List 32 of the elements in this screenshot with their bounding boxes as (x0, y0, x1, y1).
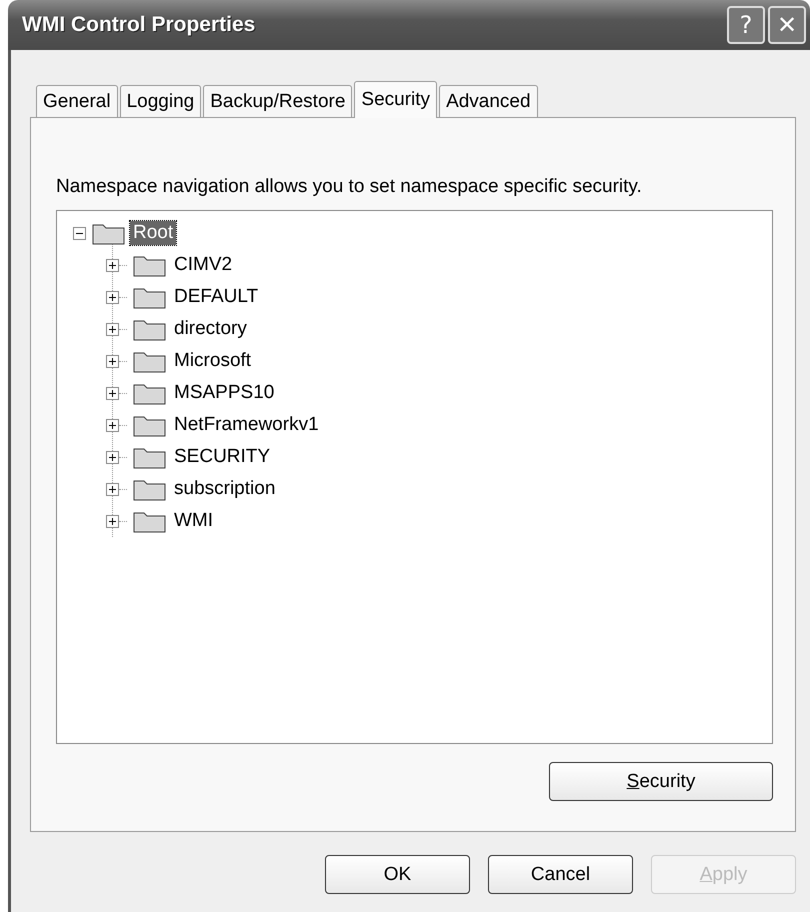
dialog-button[interactable]: OK (325, 855, 470, 894)
expand-icon[interactable] (106, 290, 119, 304)
expand-icon[interactable] (106, 482, 119, 496)
tree-item[interactable]: DEFAULT (171, 285, 262, 309)
help-button[interactable]: ? (727, 6, 765, 44)
close-button[interactable]: ✕ (768, 6, 806, 44)
tree-item[interactable]: directory (171, 317, 250, 341)
security-button[interactable]: Security (549, 762, 773, 801)
description-text: Namespace navigation allows you to set namespace specific security. (56, 176, 643, 198)
tree-item[interactable]: SECURITY (171, 445, 274, 469)
expand-icon[interactable] (106, 418, 119, 432)
tree-item[interactable]: NetFrameworkv1 (171, 413, 322, 437)
expand-icon[interactable] (106, 514, 119, 528)
expand-icon[interactable] (106, 386, 119, 400)
expand-icon[interactable] (106, 258, 119, 272)
tab[interactable]: General (36, 85, 118, 117)
tree-item[interactable]: WMI (171, 509, 216, 533)
collapse-icon[interactable] (73, 226, 86, 240)
tree-item[interactable]: Microsoft (171, 349, 254, 373)
tab[interactable]: Advanced (439, 85, 538, 117)
expand-icon[interactable] (106, 322, 119, 336)
tree-item[interactable]: MSAPPS10 (171, 381, 278, 405)
tree-item[interactable]: subscription (171, 477, 278, 501)
window-title: WMI Control Properties (22, 13, 256, 37)
tree-item[interactable]: Root (130, 221, 176, 245)
tree-item[interactable]: CIMV2 (171, 253, 236, 277)
expand-icon[interactable] (106, 450, 119, 464)
tab[interactable]: Logging (120, 85, 202, 117)
expand-icon[interactable] (106, 354, 119, 368)
dialog-button[interactable]: Cancel (488, 855, 633, 894)
tab[interactable]: Backup/Restore (203, 85, 352, 117)
tab[interactable]: Security (354, 81, 438, 118)
